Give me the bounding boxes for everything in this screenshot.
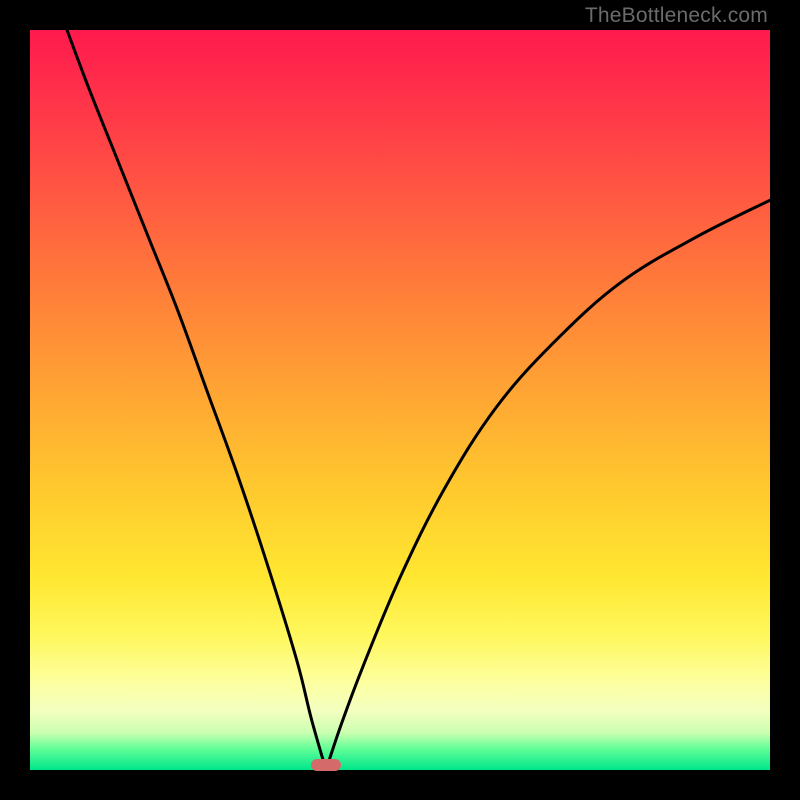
curve-left-branch [67, 30, 326, 770]
watermark-text: TheBottleneck.com [585, 4, 768, 28]
chart-frame: TheBottleneck.com [0, 0, 800, 800]
notch-marker [311, 759, 341, 771]
bottleneck-curve [30, 30, 770, 770]
plot-area [30, 30, 770, 770]
curve-right-branch [326, 200, 770, 770]
